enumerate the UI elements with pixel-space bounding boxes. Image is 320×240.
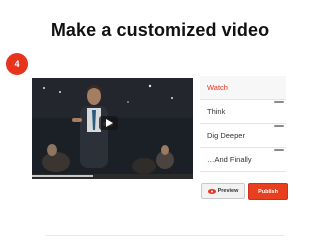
footer-divider [46,235,284,236]
panel-item-label: Dig Deeper [207,131,245,140]
eye-icon [207,188,216,194]
video-progress-bar[interactable] [32,174,193,179]
status-pill [274,149,284,151]
status-pill [274,101,284,103]
publish-label: Publish [258,188,278,195]
video-progress-fill [32,175,94,177]
panel-item-label: Watch [207,83,228,92]
step-panel: Watch Think Dig Deeper …And Finally [200,76,286,172]
panel-item-dig-deeper[interactable]: Dig Deeper [200,124,286,148]
status-pill [274,125,284,127]
step-badge: 4 [6,53,28,75]
publish-button[interactable]: Publish [248,183,288,200]
preview-button[interactable]: Preview [201,183,245,199]
slide-title: Make a customized video [50,20,270,40]
panel-item-label: Think [207,107,226,116]
panel-item-label: …And Finally [207,155,252,164]
panel-item-watch[interactable]: Watch [200,76,286,100]
play-button[interactable] [99,116,118,130]
panel-item-and-finally[interactable]: …And Finally [200,148,286,172]
preview-label: Preview [217,188,239,194]
panel-item-think[interactable]: Think [200,100,286,124]
play-icon [105,119,113,127]
